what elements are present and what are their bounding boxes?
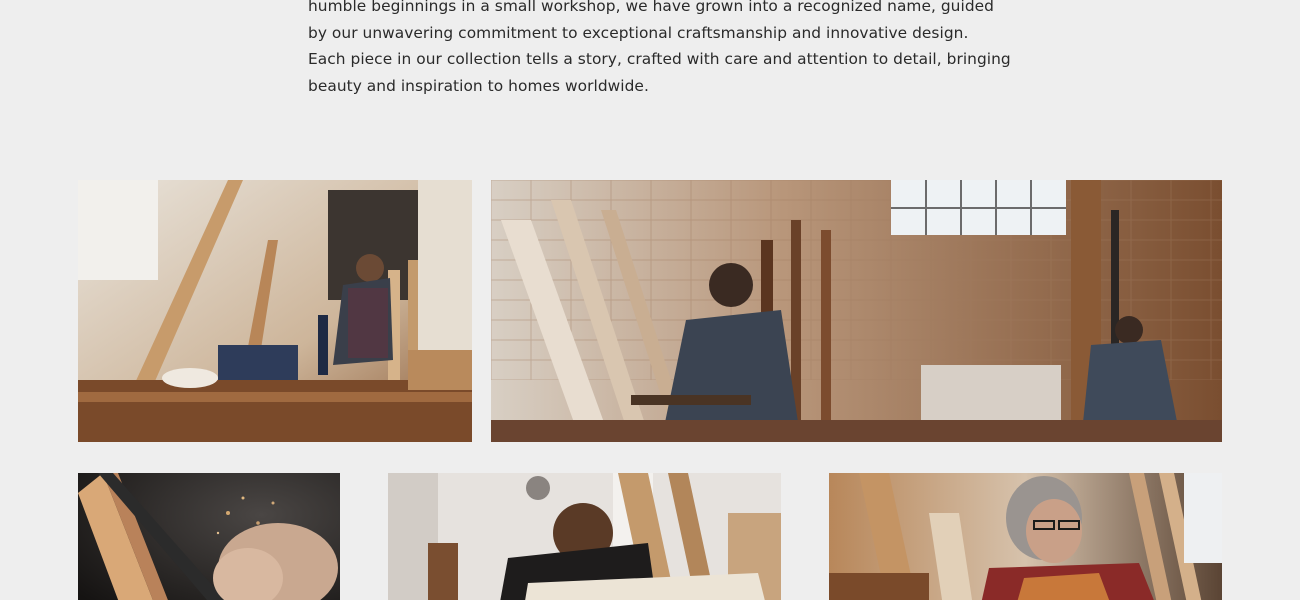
gallery-image-brick-workshop — [491, 180, 1222, 442]
gallery-image-hands-carving — [78, 473, 340, 600]
about-paragraph: humble beginnings in a small workshop, w… — [308, 0, 1011, 100]
gallery-image-workshop-drilling — [78, 180, 472, 442]
gallery-image-sanding-chair — [388, 473, 781, 600]
about-line-2: by our unwavering commitment to exceptio… — [308, 23, 969, 42]
about-line-4: beauty and inspiration to homes worldwid… — [308, 77, 649, 96]
gallery-image-older-craftsman — [829, 473, 1222, 600]
about-line-3: Each piece in our collection tells a sto… — [308, 50, 1011, 69]
about-line-1: humble beginnings in a small workshop, w… — [308, 0, 994, 15]
